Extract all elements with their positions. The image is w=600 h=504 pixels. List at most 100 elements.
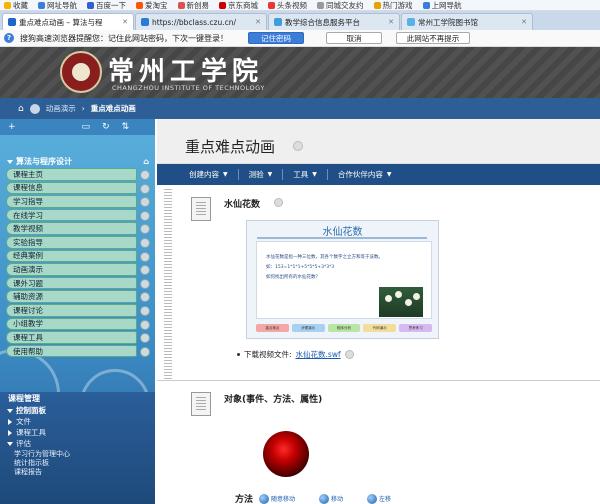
- red-ball-animation: [263, 431, 309, 477]
- breadcrumb-parent[interactable]: 动画演示: [46, 103, 76, 114]
- globe-icon: [422, 1, 430, 9]
- sidebar-item[interactable]: 辅助资源: [6, 290, 150, 303]
- sidebar-item[interactable]: 在线学习: [6, 208, 150, 222]
- bookmark-item[interactable]: 热门游戏: [373, 0, 413, 10]
- chevron-down-icon: [7, 159, 13, 164]
- bookmark-item[interactable]: 京东商城: [219, 0, 258, 10]
- method-button[interactable]: 移动: [319, 493, 343, 504]
- refresh-icon[interactable]: ↻: [102, 122, 110, 132]
- menu-tools[interactable]: 工具 ▼: [283, 169, 328, 180]
- add-icon[interactable]: +: [8, 122, 16, 132]
- sidebar-item[interactable]: 课程讨论: [6, 303, 150, 317]
- download-label: 下载视频文件:: [244, 350, 292, 359]
- home-icon[interactable]: ⌂: [143, 157, 149, 166]
- eval-item[interactable]: 统计指示板: [0, 458, 155, 467]
- close-icon[interactable]: ✕: [388, 18, 394, 26]
- sidebar-item[interactable]: 实验指导: [6, 235, 150, 249]
- document-icon: [191, 392, 211, 416]
- sidebar-item[interactable]: 学习指导: [6, 195, 150, 208]
- bookmark-item[interactable]: 爱淘宝: [136, 0, 168, 10]
- bookmark-icon: [177, 1, 185, 9]
- download-link[interactable]: 水仙花数.swf: [296, 349, 341, 360]
- sidebar-item[interactable]: 课外习题: [6, 276, 150, 290]
- browser-tab[interactable]: 常州工学院图书馆 ✕: [401, 13, 533, 30]
- method-button[interactable]: 左移: [367, 493, 391, 504]
- home-icon[interactable]: ⌂: [18, 104, 24, 114]
- browser-tab[interactable]: 重点难点动画 – 算法与程 ✕: [2, 13, 134, 30]
- chevron-down-icon: [7, 408, 13, 413]
- close-icon[interactable]: ✕: [122, 18, 128, 26]
- bookmark-item[interactable]: 收藏: [4, 0, 28, 10]
- folder-icon[interactable]: ▭: [82, 122, 91, 132]
- bookmark-item[interactable]: 上网导航: [422, 0, 462, 10]
- bookmark-item[interactable]: 百度一下: [87, 0, 126, 10]
- options-icon[interactable]: [140, 224, 150, 235]
- chevron-down-icon: ▼: [267, 171, 273, 178]
- method-button[interactable]: 随意移动: [259, 493, 295, 504]
- course-menu-header[interactable]: 算法与程序设计 ⌂: [0, 155, 155, 168]
- remember-password-button[interactable]: 记住密码: [248, 32, 304, 44]
- options-icon[interactable]: [140, 292, 150, 303]
- options-icon[interactable]: [140, 183, 150, 194]
- options-icon[interactable]: [140, 333, 150, 344]
- menu-create-content[interactable]: 创建内容 ▼: [179, 169, 239, 180]
- course-sidebar: + ▭ ↻ ⇅ 算法与程序设计 ⌂ 课程主页 课程信息 学习指导 在线学习 教学视频 实验…: [0, 119, 155, 504]
- favicon-icon: [274, 18, 282, 26]
- eval-item[interactable]: 学习行为管理中心: [0, 449, 155, 458]
- taobao-icon: [136, 1, 143, 9]
- chevron-down-icon: [7, 441, 13, 446]
- options-icon[interactable]: [140, 237, 150, 248]
- sidebar-item[interactable]: 教学视频: [6, 222, 150, 235]
- globe-button-icon: [259, 493, 270, 504]
- bookmark-item[interactable]: 头条视频: [268, 0, 307, 10]
- management-header: 课程管理: [8, 394, 40, 403]
- options-icon[interactable]: [140, 210, 150, 221]
- page-title: 重点难点动画: [185, 138, 276, 156]
- star-icon: [4, 1, 11, 9]
- browser-tab[interactable]: https://bbclass.czu.cn/ ✕: [135, 13, 267, 30]
- bookmark-item[interactable]: 新创易: [177, 0, 209, 10]
- menu-tests[interactable]: 测验 ▼: [239, 169, 284, 180]
- sidebar-item[interactable]: 动画演示: [6, 263, 150, 276]
- options-icon[interactable]: [140, 265, 150, 276]
- content-item-title[interactable]: 水仙花数: [224, 197, 260, 210]
- globe-button-icon: [367, 493, 378, 504]
- options-icon[interactable]: [140, 305, 150, 316]
- sidebar-item[interactable]: 课程工具: [6, 331, 150, 344]
- options-icon[interactable]: [293, 141, 303, 151]
- options-icon[interactable]: [140, 197, 150, 208]
- options-icon[interactable]: [140, 319, 150, 330]
- sidebar-item[interactable]: 课程信息: [6, 181, 150, 195]
- options-icon[interactable]: [140, 170, 150, 180]
- globe-icon: [38, 1, 45, 9]
- favicon-icon: [141, 18, 149, 26]
- menu-icon[interactable]: [29, 103, 40, 114]
- bookmark-item[interactable]: 同城交友约: [317, 0, 364, 10]
- sidebar-item[interactable]: 经典案例: [6, 249, 150, 263]
- options-icon[interactable]: [344, 350, 354, 359]
- never-prompt-button[interactable]: 此网站不再提示: [396, 32, 470, 44]
- chevron-down-icon: ▼: [223, 171, 228, 178]
- options-icon[interactable]: [140, 278, 150, 289]
- sidebar-item[interactable]: 小组教学: [6, 317, 150, 331]
- sidebar-item[interactable]: 课程主页: [6, 168, 150, 181]
- content-item-title[interactable]: 对象(事件、方法、属性): [224, 392, 322, 405]
- cancel-button[interactable]: 取消: [326, 32, 382, 44]
- close-icon[interactable]: ✕: [521, 18, 527, 26]
- eval-item[interactable]: 课程报告: [0, 467, 155, 476]
- browser-tab[interactable]: 教学综合信息服务平台 ✕: [268, 13, 400, 30]
- sort-icon[interactable]: ⇅: [122, 122, 130, 132]
- drag-handle[interactable]: [164, 189, 172, 379]
- globe-button-icon: [319, 493, 330, 504]
- sidebar-item[interactable]: 使用帮助: [6, 344, 150, 358]
- menu-partner-content[interactable]: 合作伙伴内容 ▼: [328, 169, 402, 180]
- course-tools-link[interactable]: 课程工具: [0, 427, 155, 438]
- options-icon[interactable]: [274, 198, 283, 207]
- options-icon[interactable]: [140, 346, 150, 357]
- evaluation-link[interactable]: 评估: [0, 438, 155, 449]
- close-icon[interactable]: ✕: [255, 18, 261, 26]
- options-icon[interactable]: [140, 251, 150, 262]
- files-link[interactable]: 文件: [0, 416, 155, 427]
- control-panel-link[interactable]: 控制面板: [0, 405, 155, 416]
- bookmark-item[interactable]: 网址导航: [38, 0, 77, 10]
